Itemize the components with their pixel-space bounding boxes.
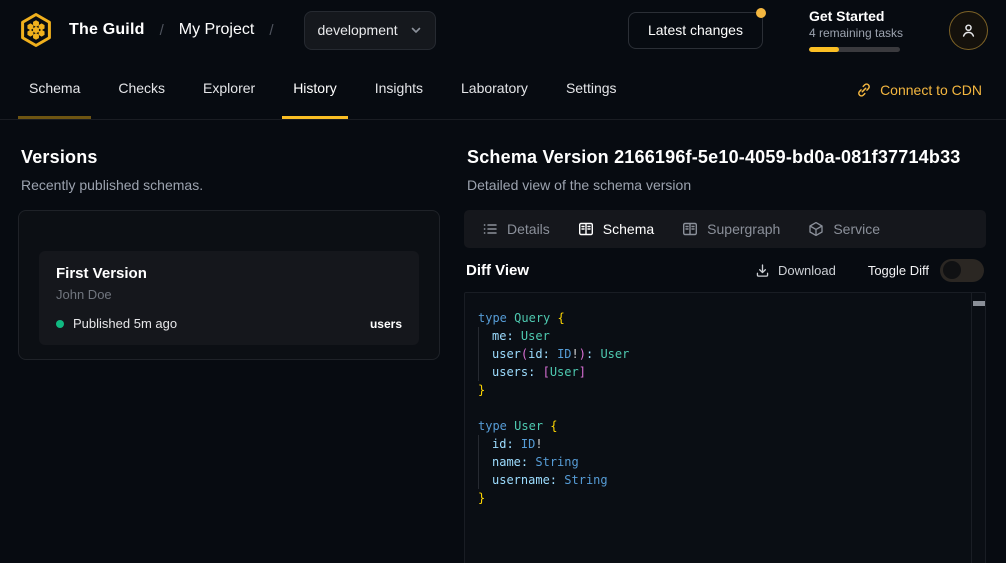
primary-nav: Schema Checks Explorer History Insights Labor…	[0, 60, 1006, 120]
code-line: id: ID!	[478, 435, 965, 453]
nav-tab-label: Laboratory	[461, 80, 528, 96]
list-icon	[482, 221, 498, 237]
code-line: }	[478, 381, 965, 399]
nav-tab-list: Schema Checks Explorer History Insights Labor…	[18, 60, 644, 119]
schema-version-title: Schema Version 2166196f-5e10-4059-bd0a-0…	[464, 147, 986, 168]
code-line: type User {	[478, 417, 965, 435]
get-started-subtitle: 4 remaining tasks	[809, 26, 903, 40]
editor-scrollbar	[971, 293, 985, 563]
code-line: name: String	[478, 453, 965, 471]
detail-tab-label: Service	[833, 221, 880, 237]
get-started-title: Get Started	[809, 8, 903, 24]
breadcrumb-project[interactable]: My Project	[179, 21, 255, 39]
download-icon	[755, 263, 770, 278]
user-avatar[interactable]	[949, 11, 988, 50]
schema-version-tab-strip: Details Schema Supergraph Service	[464, 210, 986, 248]
toggle-knob	[943, 261, 961, 279]
breadcrumb-separator: /	[269, 22, 273, 39]
version-name: First Version	[56, 265, 402, 282]
nav-tab-settings[interactable]: Settings	[555, 60, 628, 119]
detail-tab-label: Schema	[603, 221, 654, 237]
version-list-item[interactable]: First Version John Doe Published 5m ago …	[39, 251, 419, 345]
toggle-diff-switch[interactable]	[940, 259, 984, 282]
app-root: The Guild / My Project / development Lat…	[0, 0, 1006, 563]
schema-code-content: type Query {me: Useruser(id: ID!): Useru…	[478, 309, 965, 507]
connect-to-cdn-button[interactable]: Connect to CDN	[856, 60, 982, 119]
nav-tab-history[interactable]: History	[282, 60, 348, 119]
schema-version-subtitle: Detailed view of the schema version	[464, 177, 986, 193]
nav-tab-laboratory[interactable]: Laboratory	[450, 60, 539, 119]
code-line: username: String	[478, 471, 965, 489]
version-service-badge: users	[370, 317, 402, 331]
code-line: user(id: ID!): User	[478, 345, 965, 363]
published-status-dot	[56, 320, 64, 328]
detail-tab-schema[interactable]: Schema	[564, 210, 668, 248]
nav-tab-insights[interactable]: Insights	[364, 60, 434, 119]
code-line: }	[478, 489, 965, 507]
nav-tab-label: Explorer	[203, 80, 255, 96]
nav-tab-label: Insights	[375, 80, 423, 96]
detail-tab-service[interactable]: Service	[794, 210, 894, 248]
environment-select[interactable]: development	[304, 11, 436, 50]
notification-dot	[756, 8, 766, 18]
person-icon	[960, 22, 977, 39]
detail-tab-label: Supergraph	[707, 221, 780, 237]
versions-panel: Versions Recently published schemas. Fir…	[0, 120, 458, 563]
code-line: type Query {	[478, 309, 965, 327]
nav-tab-explorer[interactable]: Explorer	[192, 60, 266, 119]
diff-view-title: Diff View	[466, 262, 529, 279]
cube-icon	[808, 221, 824, 237]
schema-code-editor[interactable]: type Query {me: Useruser(id: ID!): Useru…	[464, 292, 986, 563]
chevron-down-icon	[410, 24, 422, 36]
get-started-widget[interactable]: Get Started 4 remaining tasks	[809, 8, 903, 52]
breadcrumb-separator: /	[160, 22, 164, 39]
toggle-diff-group: Toggle Diff	[868, 259, 984, 282]
latest-changes-button[interactable]: Latest changes	[628, 12, 763, 49]
environment-select-value: development	[318, 22, 398, 38]
top-header: The Guild / My Project / development Lat…	[0, 0, 1006, 60]
versions-title: Versions	[18, 147, 440, 168]
detail-tab-supergraph[interactable]: Supergraph	[668, 210, 794, 248]
code-line	[478, 399, 965, 417]
diff-view-toolbar: Diff View Download Toggle Diff	[464, 248, 986, 292]
download-label: Download	[778, 263, 836, 278]
version-author: John Doe	[56, 287, 402, 302]
header-actions: Latest changes Get Started 4 remaining t…	[628, 8, 988, 52]
nav-tab-schema[interactable]: Schema	[18, 60, 91, 119]
detail-tab-label: Details	[507, 221, 550, 237]
nav-tab-label: Checks	[118, 80, 165, 96]
hive-logo-icon[interactable]	[16, 10, 56, 50]
columns-icon	[682, 221, 698, 237]
breadcrumb-org[interactable]: The Guild	[69, 21, 145, 39]
code-line: me: User	[478, 327, 965, 345]
editor-scrollbar-thumb[interactable]	[973, 301, 985, 306]
main-content: Versions Recently published schemas. Fir…	[0, 120, 1006, 563]
download-button[interactable]: Download	[755, 263, 836, 278]
nav-tab-label: Settings	[566, 80, 617, 96]
code-line: users: [User]	[478, 363, 965, 381]
versions-list-card: First Version John Doe Published 5m ago …	[18, 210, 440, 360]
schema-version-panel: Schema Version 2166196f-5e10-4059-bd0a-0…	[458, 120, 1006, 563]
nav-tab-label: History	[293, 80, 337, 96]
versions-subtitle: Recently published schemas.	[18, 177, 440, 193]
get-started-progress	[809, 47, 900, 52]
get-started-progress-fill	[809, 47, 839, 52]
columns-icon	[578, 221, 594, 237]
version-meta-row: Published 5m ago users	[56, 316, 402, 331]
latest-changes-label: Latest changes	[648, 22, 743, 38]
detail-tab-details[interactable]: Details	[468, 210, 564, 248]
connect-to-cdn-label: Connect to CDN	[880, 82, 982, 98]
version-status: Published 5m ago	[73, 316, 177, 331]
toggle-diff-label: Toggle Diff	[868, 263, 929, 278]
nav-tab-checks[interactable]: Checks	[107, 60, 176, 119]
nav-tab-label: Schema	[29, 80, 80, 96]
diff-view-actions: Download Toggle Diff	[755, 259, 984, 282]
link-icon	[856, 82, 872, 98]
